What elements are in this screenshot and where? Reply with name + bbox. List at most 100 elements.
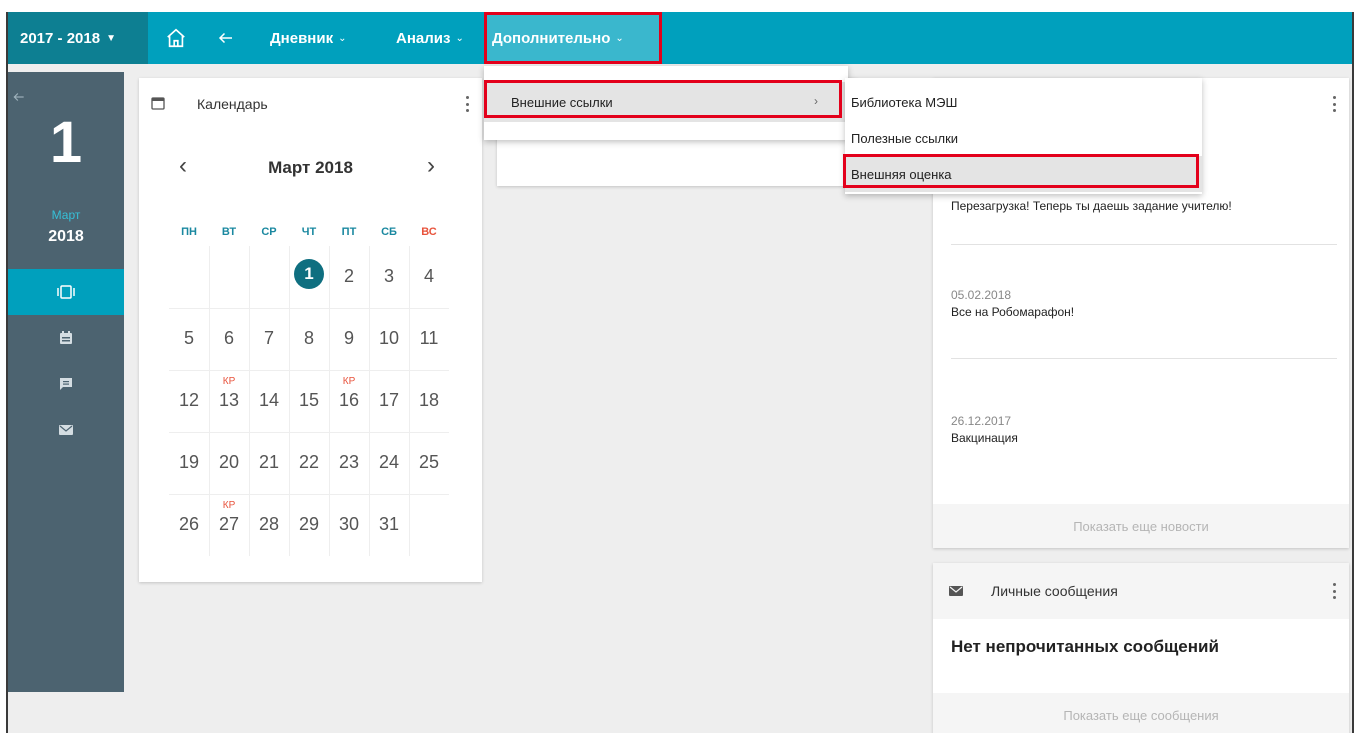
calendar-day[interactable]: 20 (209, 432, 249, 494)
calendar-day[interactable]: 19 (169, 432, 209, 494)
news-item[interactable]: Перезагрузка! Теперь ты даешь задание уч… (951, 196, 1337, 213)
calendar-day[interactable]: КР 27 (209, 494, 249, 556)
calendar-day[interactable]: 2 (329, 246, 369, 308)
calendar-day[interactable]: 14 (249, 370, 289, 432)
chat-icon (60, 378, 72, 390)
rail-chat-button[interactable] (8, 361, 124, 407)
calendar-day[interactable]: 18 (409, 370, 449, 432)
day-number: 14 (258, 390, 280, 410)
external-links-submenu: Библиотека МЭШ Полезные ссылки Внешняя о… (845, 78, 1202, 194)
day-number: 8 (303, 328, 314, 348)
extra-dropdown-menu: Внешние ссылки › (484, 66, 848, 140)
calendar-day[interactable]: КР 16 (329, 370, 369, 432)
arrow-left-icon (13, 93, 24, 101)
calendar-day[interactable]: 11 (409, 308, 449, 370)
calendar-day[interactable]: 28 (249, 494, 289, 556)
calendar-icon (151, 96, 165, 110)
calendar-day[interactable]: 31 (369, 494, 409, 556)
calendar-day[interactable]: 29 (289, 494, 329, 556)
submenu-item-mesh-library[interactable]: Библиотека МЭШ (845, 84, 1202, 120)
rail-cards-button[interactable] (8, 269, 124, 315)
calendar-icon (60, 331, 72, 344)
calendar-day[interactable]: 3 (369, 246, 409, 308)
calendar-day[interactable]: 1 (289, 246, 329, 308)
weekday-header: ЧТ (301, 226, 317, 238)
weekday-header: СБ (381, 226, 397, 238)
show-more-news-button[interactable]: Показать еще новости (933, 504, 1349, 548)
day-number: 10 (378, 328, 400, 348)
document-top-strip (0, 0, 1360, 12)
submenu-item-useful-links[interactable]: Полезные ссылки (845, 120, 1202, 156)
calendar-day[interactable]: 7 (249, 308, 289, 370)
calendar-card-title: Календарь (197, 96, 268, 112)
menu-item-external-links[interactable]: Внешние ссылки › (484, 82, 848, 122)
day-number: 15 (298, 390, 320, 410)
calendar-day[interactable]: 23 (329, 432, 369, 494)
news-item[interactable]: 05.02.2018 Все на Робомарафон! (951, 288, 1337, 319)
academic-year-select[interactable]: 2017 - 2018 ▼ (8, 12, 148, 64)
calendar-day[interactable]: 4 (409, 246, 449, 308)
news-item-text: Перезагрузка! Теперь ты даешь задание уч… (951, 199, 1232, 213)
nav-diary[interactable]: Дневник ⌄ (270, 12, 347, 64)
rail-calendar-button[interactable] (8, 315, 124, 361)
calendar-day[interactable]: 25 (409, 432, 449, 494)
no-messages-text: Нет непрочитанных сообщений (951, 637, 1219, 656)
weekday-header: СР (261, 226, 277, 238)
calendar-day[interactable]: 26 (169, 494, 209, 556)
chevron-down-icon: ⌄ (338, 32, 347, 44)
day-number: 28 (258, 514, 280, 534)
calendar-day[interactable]: 12 (169, 370, 209, 432)
home-icon (167, 28, 185, 48)
calendar-day[interactable]: 21 (249, 432, 289, 494)
day-number: 18 (418, 390, 440, 410)
calendar-day[interactable]: КР 13 (209, 370, 249, 432)
nav-analysis[interactable]: Анализ ⌄ (396, 12, 464, 64)
day-number: 12 (178, 390, 200, 410)
calendar-day[interactable]: 22 (289, 432, 329, 494)
calendar-day[interactable]: 30 (329, 494, 369, 556)
calendar-day[interactable]: 24 (369, 432, 409, 494)
news-item[interactable]: 26.12.2017 Вакцинация (951, 414, 1337, 445)
day-number: 31 (378, 514, 400, 534)
nav-extra-label: Дополнительно (492, 29, 611, 47)
academic-year-label: 2017 - 2018 (20, 29, 101, 47)
messages-more-button[interactable] (1327, 581, 1341, 601)
mail-icon (59, 425, 73, 435)
rail-day-number: 1 (49, 110, 83, 175)
top-navigation-bar: 2017 - 2018 ▼ Дневник ⌄ Анализ ⌄ Дополни… (8, 12, 1352, 64)
chevron-down-icon: ⌄ (455, 32, 464, 44)
menu-item-label: Внешние ссылки (511, 94, 613, 110)
rail-back-button[interactable] (12, 90, 26, 104)
calendar-day[interactable]: 9 (329, 308, 369, 370)
divider (951, 244, 1337, 245)
day-number: 30 (338, 514, 360, 534)
calendar-day[interactable]: 8 (289, 308, 329, 370)
calendar-day[interactable]: 5 (169, 308, 209, 370)
day-number: 6 (223, 328, 234, 348)
day-number: 21 (258, 452, 280, 472)
nav-extra[interactable]: Дополнительно ⌄ (484, 12, 660, 64)
chevron-down-icon: ⌄ (615, 32, 624, 44)
rail-mail-button[interactable] (8, 407, 124, 453)
home-button[interactable] (160, 12, 192, 64)
test-marker-label: КР (222, 500, 236, 511)
back-button[interactable] (212, 12, 240, 64)
divider (951, 358, 1337, 359)
news-more-button[interactable] (1327, 94, 1341, 114)
nav-diary-label: Дневник (270, 29, 334, 47)
calendar-day[interactable]: 15 (289, 370, 329, 432)
day-number: 24 (378, 452, 400, 472)
calendar-day[interactable]: 6 (209, 308, 249, 370)
test-marker-label: КР (222, 376, 236, 387)
calendar-day[interactable]: 10 (369, 308, 409, 370)
calendar-day[interactable]: 17 (369, 370, 409, 432)
messages-card: Личные сообщения Нет непрочитанных сообщ… (933, 563, 1349, 733)
show-more-messages-button[interactable]: Показать еще сообщения (933, 693, 1349, 733)
weekday-header: ВТ (221, 226, 237, 238)
news-item-date: 05.02.2018 (951, 288, 1012, 302)
next-month-button[interactable]: › (427, 152, 435, 180)
submenu-item-external-assessment[interactable]: Внешняя оценка (845, 156, 1202, 192)
rail-month: Март (51, 208, 81, 222)
day-number: 22 (298, 452, 320, 472)
calendar-more-button[interactable] (460, 94, 474, 114)
